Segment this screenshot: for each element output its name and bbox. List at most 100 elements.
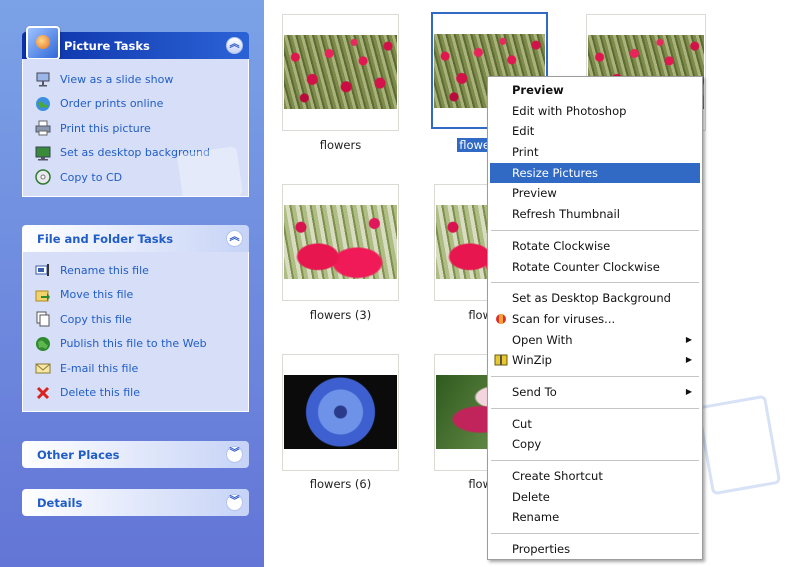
picture-tasks-panel: Picture Tasks ︽ View as a slide show Ord… <box>22 26 249 197</box>
menu-separator <box>491 229 699 231</box>
thumbnail-caption-selected[interactable]: flowe <box>432 138 492 152</box>
task-label: Rename this file <box>60 263 149 277</box>
task-move-file[interactable]: Move this file <box>35 283 248 308</box>
other-places-title: Other Places <box>37 448 120 462</box>
menu-item-copy[interactable]: Copy <box>490 434 700 455</box>
submenu-arrow-icon: ▶ <box>685 334 692 344</box>
thumbnail-flowers-6[interactable] <box>282 354 399 471</box>
collapse-chevron-icon[interactable]: ︽ <box>226 230 243 247</box>
thumbnail-caption[interactable]: flow <box>432 477 492 491</box>
menu-item-label: WinZip <box>512 353 552 368</box>
menu-item-refresh-thumbnail[interactable]: Refresh Thumbnail <box>490 204 700 225</box>
menu-item-preview-default[interactable]: Preview <box>490 80 700 101</box>
task-label: Copy this file <box>60 312 132 326</box>
menu-item-edit-photoshop[interactable]: Edit with Photoshop <box>490 101 700 122</box>
menu-item-set-desktop-background[interactable]: Set as Desktop Background <box>490 288 700 309</box>
thumbnail-image <box>284 35 397 109</box>
desktop-background-icon <box>35 145 51 161</box>
task-label: Copy to CD <box>60 170 123 184</box>
globe-icon <box>35 336 51 352</box>
task-view-slideshow[interactable]: View as a slide show <box>35 67 248 92</box>
menu-separator <box>491 533 699 535</box>
menu-item-rename[interactable]: Rename <box>490 507 700 528</box>
move-icon <box>35 287 51 303</box>
file-folder-tasks-header[interactable]: File and Folder Tasks ︽ <box>22 225 249 252</box>
task-label: Order prints online <box>60 97 164 111</box>
task-label: E-mail this file <box>60 361 139 375</box>
menu-separator <box>491 407 699 409</box>
delete-x-icon <box>35 385 51 401</box>
other-places-header[interactable]: Other Places ︾ <box>22 441 249 468</box>
file-folder-tasks-title: File and Folder Tasks <box>37 232 174 246</box>
thumbnail-flowers-3[interactable] <box>282 184 399 301</box>
menu-separator <box>491 460 699 461</box>
details-header[interactable]: Details ︾ <box>22 489 249 516</box>
menu-item-create-shortcut[interactable]: Create Shortcut <box>490 466 700 487</box>
task-publish-web[interactable]: Publish this file to the Web <box>35 332 248 357</box>
picture-tasks-title: Picture Tasks <box>64 39 150 53</box>
picture-tasks-header[interactable]: Picture Tasks ︽ <box>22 26 249 60</box>
menu-item-label: Send To <box>512 384 557 399</box>
thumbnail-caption[interactable]: flowers <box>282 138 399 152</box>
expand-chevron-icon[interactable]: ︾ <box>226 494 243 511</box>
task-pane: Picture Tasks ︽ View as a slide show Ord… <box>0 0 264 567</box>
expand-chevron-icon[interactable]: ︾ <box>226 446 243 463</box>
cd-icon <box>35 169 51 185</box>
menu-item-cut[interactable]: Cut <box>490 414 700 435</box>
menu-item-properties[interactable]: Properties <box>490 539 700 560</box>
menu-item-rotate-clockwise[interactable]: Rotate Clockwise <box>490 236 700 257</box>
watermark-graphic <box>176 145 244 196</box>
email-icon <box>35 360 51 376</box>
background-watermark-graphic <box>696 394 782 496</box>
task-label: Print this picture <box>60 121 151 135</box>
task-copy-file[interactable]: Copy this file <box>35 307 248 332</box>
menu-item-open-with[interactable]: Open With ▶ <box>490 330 700 351</box>
task-rename-file[interactable]: Rename this file <box>35 258 248 283</box>
menu-item-print[interactable]: Print <box>490 142 700 163</box>
antivirus-icon <box>494 312 508 326</box>
submenu-arrow-icon: ▶ <box>685 386 692 396</box>
thumbnail-caption[interactable]: flow <box>432 308 492 322</box>
file-folder-tasks-panel: File and Folder Tasks ︽ Rename this file… <box>22 225 249 412</box>
task-label: Delete this file <box>60 386 140 400</box>
thumbnail-flowers[interactable] <box>282 14 399 131</box>
details-panel: Details ︾ <box>22 489 249 516</box>
picture-tasks-body: View as a slide show Order prints online… <box>22 59 249 197</box>
thumbnail-caption[interactable]: flowers (6) <box>282 477 399 491</box>
menu-item-label: Open With <box>512 332 573 347</box>
other-places-panel: Other Places ︾ <box>22 441 249 468</box>
context-menu: Preview Edit with Photoshop Edit Print R… <box>487 76 703 560</box>
task-print-picture[interactable]: Print this picture <box>35 116 248 141</box>
menu-item-rotate-counter-clockwise[interactable]: Rotate Counter Clockwise <box>490 257 700 278</box>
picture-tasks-icon <box>26 26 60 60</box>
task-label: Publish this file to the Web <box>60 337 207 351</box>
details-title: Details <box>37 496 83 510</box>
collapse-chevron-icon[interactable]: ︽ <box>226 37 243 54</box>
rename-icon <box>35 262 51 278</box>
menu-item-send-to[interactable]: Send To ▶ <box>490 382 700 403</box>
winzip-icon <box>494 353 508 367</box>
thumbnail-caption[interactable]: flowers (3) <box>282 308 399 322</box>
file-folder-tasks-body: Rename this file Move this file Copy thi… <box>22 252 249 412</box>
globe-icon <box>35 96 51 112</box>
menu-item-preview[interactable]: Preview <box>490 183 700 204</box>
copy-icon <box>35 311 51 327</box>
menu-item-scan-viruses[interactable]: Scan for viruses... <box>490 309 700 330</box>
task-order-prints[interactable]: Order prints online <box>35 92 248 117</box>
submenu-arrow-icon: ▶ <box>685 355 692 365</box>
menu-separator <box>491 282 699 284</box>
menu-separator <box>491 375 699 377</box>
task-label: Move this file <box>60 288 134 302</box>
task-email-file[interactable]: E-mail this file <box>35 356 248 381</box>
task-label: View as a slide show <box>60 72 174 86</box>
thumbnail-image <box>284 205 397 279</box>
menu-item-edit[interactable]: Edit <box>490 121 700 142</box>
menu-item-resize-pictures[interactable]: Resize Pictures <box>490 162 700 184</box>
menu-item-winzip[interactable]: WinZip ▶ <box>490 350 700 371</box>
menu-item-delete[interactable]: Delete <box>490 487 700 508</box>
menu-item-label: Scan for viruses... <box>512 311 616 326</box>
thumbnail-image <box>284 375 397 449</box>
task-delete-file[interactable]: Delete this file <box>35 381 248 406</box>
printer-icon <box>35 120 51 136</box>
slideshow-icon <box>35 71 51 87</box>
